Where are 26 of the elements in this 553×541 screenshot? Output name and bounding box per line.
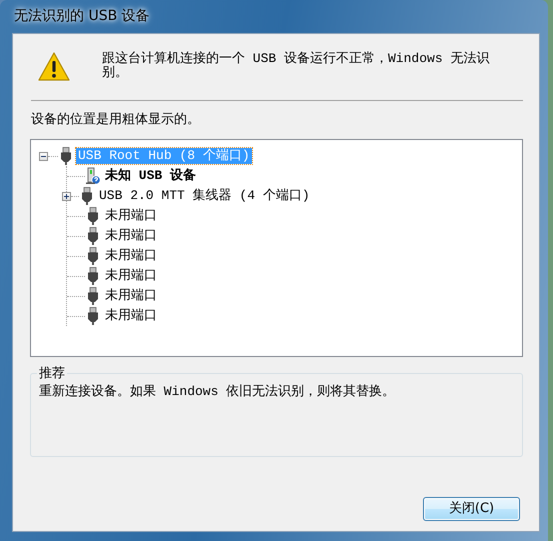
usb-plug-icon xyxy=(85,207,101,225)
tree-item[interactable]: 未用端口 xyxy=(103,248,159,264)
unknown-device-icon xyxy=(85,167,101,185)
tree-item[interactable]: 未用端口 xyxy=(103,268,159,284)
tree-item[interactable]: 未用端口 xyxy=(103,228,159,244)
plus-icon xyxy=(63,192,70,200)
expand-toggle[interactable] xyxy=(62,192,71,200)
warning-icon xyxy=(38,52,70,82)
tree-item[interactable]: 未用端口 xyxy=(103,288,159,304)
usb-plug-icon xyxy=(85,227,101,245)
usb-plug-icon xyxy=(85,247,101,265)
close-button[interactable]: 关闭(C) xyxy=(423,497,520,521)
window-title: 无法识别的 USB 设备 xyxy=(14,7,150,26)
recommendation-text: 重新连接设备。如果 Windows 依旧无法识别，则将其替换。 xyxy=(39,383,396,401)
tree-item[interactable]: 未知 USB 设备 xyxy=(103,168,198,184)
collapse-toggle[interactable] xyxy=(39,152,48,160)
usb-plug-icon xyxy=(79,187,95,205)
usb-plug-icon xyxy=(58,147,74,165)
hint-text: 设备的位置是用粗体显示的。 xyxy=(30,113,201,127)
tree-item[interactable]: 未用端口 xyxy=(103,208,159,224)
error-message: 跟这台计算机连接的一个 USB 设备运行不正常，Windows 无法识别。 xyxy=(102,52,490,82)
usb-plug-icon xyxy=(85,307,101,325)
usb-plug-icon xyxy=(85,287,101,305)
usb-plug-icon xyxy=(85,267,101,285)
tree-item[interactable]: 未用端口 xyxy=(103,308,159,324)
tree-item[interactable]: USB 2.0 MTT 集线器 (4 个端口) xyxy=(97,188,312,204)
